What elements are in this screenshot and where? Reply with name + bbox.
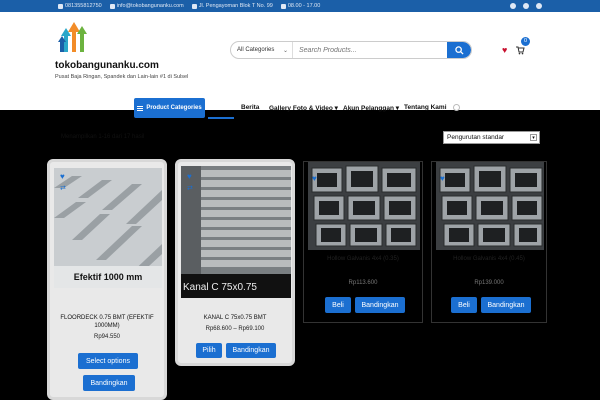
product-card[interactable]: Efektif 1000 mm ♥ ⇄ FLOORDECK 0.75 BMT (… [47, 159, 167, 400]
sort-select[interactable]: Pengurutan standar ▾ [443, 131, 540, 144]
kanal-c-image [181, 166, 291, 298]
sort-label: Pengurutan standar [447, 134, 505, 141]
product-search-bar: All Categories ⌄ [230, 41, 472, 59]
product-title[interactable]: KANAL C 75x0.75 BMT [178, 314, 292, 322]
nav-item-berita[interactable]: Berita [241, 104, 259, 111]
address: Jl. Pengayoman Blok T No. 99 [198, 3, 273, 9]
buy-button[interactable]: Beli [325, 297, 351, 313]
product-image-caption: Kanal C 75x0.75 [183, 282, 257, 293]
phone-number: 081355812750 [65, 3, 102, 9]
wishlist-heart-icon[interactable]: ♥ [60, 172, 65, 181]
clock-icon [280, 3, 286, 9]
phone-icon [58, 3, 63, 9]
chevron-down-icon: ▾ [530, 134, 537, 141]
search-input[interactable] [293, 46, 443, 54]
chevron-down-icon: ⌄ [282, 47, 288, 54]
choose-button[interactable]: Pilih [196, 343, 222, 358]
cart-count-badge: 0 [521, 37, 530, 46]
email-info[interactable]: info@tokobangunanku.com [109, 3, 184, 9]
product-image[interactable] [436, 162, 544, 250]
compare-icon[interactable]: ⇄ [187, 184, 193, 192]
wishlist-heart-icon[interactable]: ♥ [187, 172, 192, 181]
compare-icon[interactable]: ⇄ [60, 184, 66, 192]
product-card[interactable]: ♥ Hollow Galvanis 4x4 (0.45) Rp139.000 B… [431, 161, 547, 323]
nav-item-tentang[interactable]: Tentang Kami [404, 104, 447, 111]
product-image[interactable]: Kanal C 75x0.75 [181, 166, 291, 298]
opening-hours: 08.00 - 17.00 [287, 3, 321, 9]
active-indicator [208, 117, 234, 119]
nav-item-gallery-label: Gallery Foto & Video [269, 105, 333, 112]
compare-button[interactable]: Bandingkan [355, 297, 405, 313]
social-links [510, 3, 542, 9]
product-price: Rp94.550 [93, 334, 121, 340]
product-title[interactable]: FLOORDECK 0.75 BMT (EFEKTIF 1000MM) [50, 314, 164, 330]
result-count: Menampilkan 1-16 dari 17 hasil [61, 134, 145, 140]
facebook-icon[interactable] [510, 3, 516, 9]
chevron-down-icon: ▾ [332, 105, 338, 112]
compare-button[interactable]: Bandingkan [226, 343, 276, 358]
menu-bars-icon [137, 105, 144, 111]
nav-item-akun[interactable]: Akun Pelanggan ▾ [343, 104, 399, 112]
chevron-down-icon: ▾ [393, 105, 400, 112]
search-button[interactable] [447, 42, 471, 58]
wishlist-heart-icon[interactable]: ♥ [440, 174, 445, 183]
main-navigation: Product Categories Berita Gallery Foto &… [0, 98, 600, 120]
product-price: Rp68.600 – Rp69.100 [205, 326, 265, 332]
hollow-galvanis-image [436, 162, 544, 250]
nav-item-akun-label: Akun Pelanggan [343, 105, 394, 112]
product-categories-button[interactable]: Product Categories [134, 98, 205, 118]
product-card[interactable]: Kanal C 75x0.75 ♥ ⇄ KANAL C 75x0.75 BMT … [175, 159, 295, 366]
wishlist-heart-icon[interactable]: ♥ [312, 174, 317, 183]
site-header: tokobangunanku.com Pusat Baja Ringan, Sp… [0, 12, 600, 119]
nav-search-icon[interactable] [453, 104, 460, 111]
mail-icon [109, 3, 115, 9]
search-category-label: All Categories [237, 47, 275, 53]
product-price: Rp113.600 [348, 280, 378, 286]
top-bar: 081355812750 info@tokobangunanku.com Jl.… [0, 0, 600, 12]
product-price: Rp139.000 [474, 280, 504, 286]
product-card[interactable]: ♥ Hollow Galvanis 4x4 (0.35) Rp113.600 B… [303, 161, 423, 323]
address-info: Jl. Pengayoman Blok T No. 99 [191, 3, 273, 9]
site-logo-icon[interactable] [57, 20, 91, 54]
floordeck-image [54, 168, 162, 288]
wishlist-heart-icon[interactable]: ♥ [502, 45, 507, 55]
location-icon [191, 3, 197, 9]
instagram-icon[interactable] [536, 3, 542, 9]
compare-button[interactable]: Bandingkan [83, 375, 135, 391]
product-title[interactable]: Hollow Galvanis 4x4 (0.45) [432, 255, 546, 263]
product-image-caption: Efektif 1000 mm [73, 272, 143, 282]
site-description: Pusat Baja Ringan, Spandek dan Lain-lain… [55, 74, 189, 80]
twitter-icon[interactable] [523, 3, 529, 9]
compare-button[interactable]: Bandingkan [481, 297, 531, 313]
site-title[interactable]: tokobangunanku.com [55, 60, 159, 71]
cart-icon[interactable] [515, 45, 525, 55]
select-options-button[interactable]: Select options [78, 353, 138, 369]
product-image[interactable]: Efektif 1000 mm [54, 168, 162, 288]
hours-info: 08.00 - 17.00 [280, 3, 321, 9]
search-icon [454, 45, 464, 55]
phone-info[interactable]: 081355812750 [58, 3, 102, 9]
product-categories-label: Product Categories [146, 105, 202, 111]
product-image[interactable] [308, 162, 420, 250]
product-title[interactable]: Hollow Galvanis 4x4 (0.35) [304, 255, 422, 263]
search-category-select[interactable]: All Categories ⌄ [231, 42, 293, 58]
nav-item-gallery[interactable]: Gallery Foto & Video ▾ [269, 104, 338, 112]
email-address: info@tokobangunanku.com [116, 3, 184, 9]
hollow-galvanis-image [308, 162, 420, 250]
buy-button[interactable]: Beli [451, 297, 477, 313]
